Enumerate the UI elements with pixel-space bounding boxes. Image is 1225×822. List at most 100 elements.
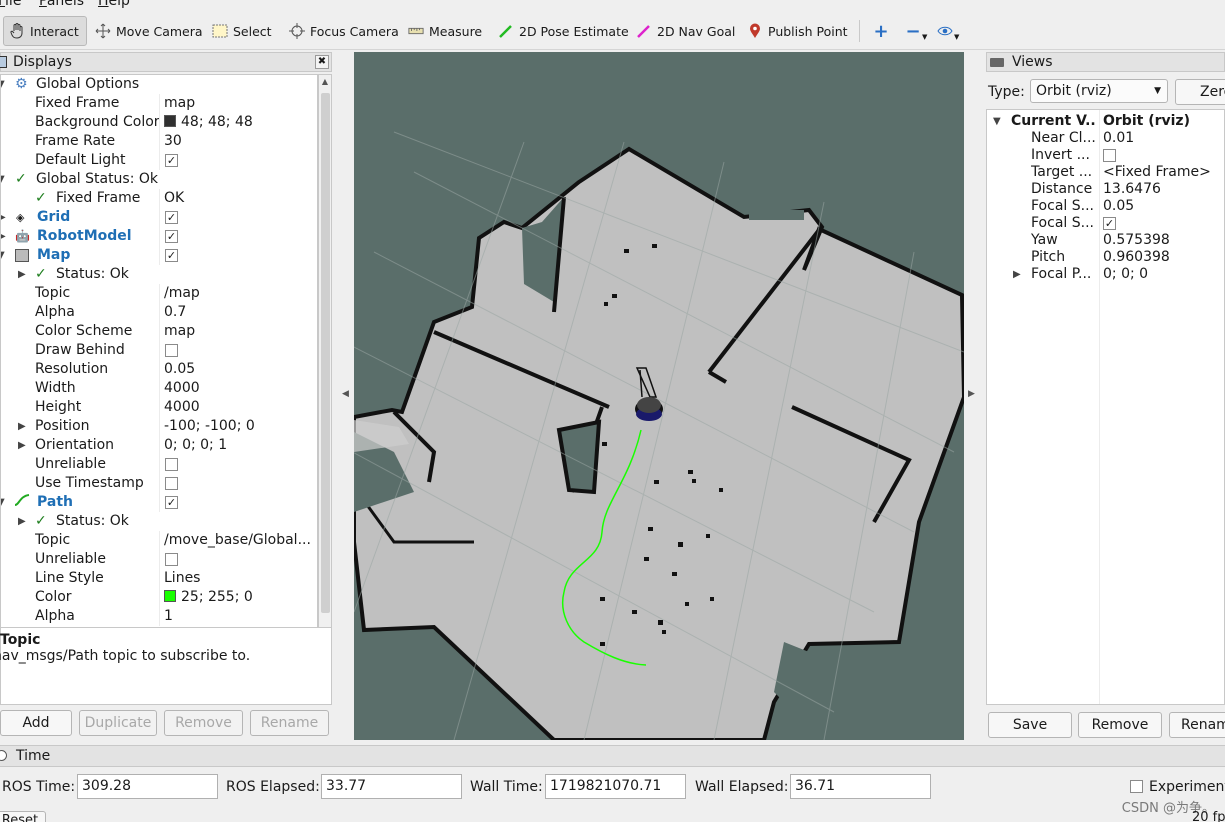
tree-row[interactable]: Near Cl... 0.01 [987, 130, 1224, 147]
checkbox-unchecked[interactable] [1103, 149, 1116, 162]
collapse-left-icon[interactable]: ◀ [342, 389, 349, 399]
tree-value[interactable]: 13.6476 [1103, 181, 1161, 198]
ros-elapsed-field[interactable]: 33.77 [321, 774, 462, 799]
tree-row[interactable]: Alpha 0.7 [1, 303, 317, 322]
menu-panels[interactable]: Panels [39, 0, 84, 9]
checkbox-checked[interactable]: ✓ [165, 154, 178, 167]
collapse-arrow-icon[interactable]: ▶ [1, 227, 6, 246]
collapse-arrow-icon[interactable]: ▶ [1, 208, 6, 227]
add-tool-button[interactable]: + [868, 16, 894, 46]
view-type-select[interactable]: Orbit (rviz) ▼ [1030, 79, 1168, 103]
wall-time-field[interactable]: 1719821070.71 [545, 774, 686, 799]
tree-row[interactable]: Unreliable [1, 550, 317, 569]
tree-value[interactable]: 25; 255; 0 [164, 588, 316, 607]
collapse-right-icon[interactable]: ▶ [968, 389, 975, 399]
tree-row[interactable]: Use Timestamp [1, 474, 317, 493]
expand-arrow-icon[interactable]: ▼ [1, 170, 5, 189]
close-icon[interactable]: ✖ [315, 55, 329, 69]
tree-row[interactable]: Default Light ✓ [1, 151, 317, 170]
tree-row[interactable]: Draw Behind [1, 341, 317, 360]
collapse-arrow-icon[interactable]: ▶ [18, 436, 26, 455]
tree-row[interactable]: ▼ Path ✓ [1, 493, 317, 512]
tree-row[interactable]: Width 4000 [1, 379, 317, 398]
tree-value[interactable]: 0.575398 [1103, 232, 1170, 249]
collapse-arrow-icon[interactable]: ▶ [1013, 266, 1021, 283]
expand-arrow-icon[interactable]: ▼ [1, 75, 5, 94]
tree-row[interactable]: ▶ ◈ Grid ✓ [1, 208, 317, 227]
tree-row[interactable]: ✓ Fixed Frame OK [1, 189, 317, 208]
tree-value[interactable]: 30 [164, 132, 316, 151]
menu-help[interactable]: Help [98, 0, 130, 9]
tree-row[interactable]: ▶ ✓ Status: Ok [1, 265, 317, 284]
interact-tool-button[interactable]: Interact [3, 16, 87, 46]
tree-row[interactable]: ▼ ⚙ Global Options [1, 75, 317, 94]
expand-arrow-icon[interactable]: ▼ [993, 113, 1001, 130]
tree-value[interactable]: 0.960398 [1103, 249, 1170, 266]
tree-row[interactable]: Topic /map [1, 284, 317, 303]
pose-estimate-tool-button[interactable]: 2D Pose Estimate [493, 16, 634, 46]
tree-row[interactable]: ▶ Focal P... 0; 0; 0 [987, 266, 1224, 283]
save-view-button[interactable]: Save [988, 712, 1072, 738]
checkbox-unchecked[interactable] [165, 458, 178, 471]
expand-arrow-icon[interactable]: ▼ [1, 493, 5, 512]
tree-row[interactable]: Topic /move_base/Global... [1, 531, 317, 550]
checkbox-checked[interactable]: ✓ [165, 249, 178, 262]
publish-point-tool-button[interactable]: Publish Point [742, 16, 853, 46]
tree-row[interactable]: Unreliable [1, 455, 317, 474]
rename-view-button[interactable]: Rename [1169, 712, 1225, 738]
add-button[interactable]: Add [0, 710, 72, 736]
tree-row[interactable]: Fixed Frame map [1, 94, 317, 113]
tree-value[interactable]: map [164, 322, 316, 341]
tree-row[interactable]: ▼ ✓ Global Status: Ok [1, 170, 317, 189]
tree-value[interactable]: <Fixed Frame> [1103, 164, 1211, 181]
tree-row[interactable]: Distance 13.6476 [987, 181, 1224, 198]
tree-row[interactable]: Line Style Lines [1, 569, 317, 588]
ros-time-field[interactable]: 309.28 [77, 774, 218, 799]
tree-row[interactable]: ▶ ✓ Status: Ok [1, 512, 317, 531]
remove-view-button[interactable]: Remove [1078, 712, 1162, 738]
tree-value[interactable]: map [164, 94, 316, 113]
collapse-arrow-icon[interactable]: ▶ [18, 417, 26, 436]
tree-row[interactable]: Color Scheme map [1, 322, 317, 341]
tree-value[interactable]: 0; 0; 0 [1103, 266, 1148, 283]
remove-button[interactable]: Remove [164, 710, 243, 736]
tree-row[interactable]: ▼ Map ✓ [1, 246, 317, 265]
zero-button[interactable]: Zero [1175, 79, 1225, 105]
view-tool-button[interactable]: ▼ [932, 16, 964, 46]
tree-row[interactable]: Pitch 0.960398 [987, 249, 1224, 266]
scroll-up-icon[interactable]: ▲ [319, 75, 331, 89]
reset-button[interactable]: Reset [0, 811, 46, 822]
expand-arrow-icon[interactable]: ▼ [1, 246, 5, 265]
checkbox-checked[interactable]: ✓ [165, 211, 178, 224]
tree-value[interactable]: 0.7 [164, 303, 316, 322]
nav-goal-tool-button[interactable]: 2D Nav Goal [631, 16, 740, 46]
tree-row[interactable]: Background Color 48; 48; 48 [1, 113, 317, 132]
tree-row[interactable]: Frame Rate 30 [1, 132, 317, 151]
tree-value[interactable]: 0.01 [1103, 130, 1134, 147]
tree-value[interactable]: 48; 48; 48 [164, 113, 316, 132]
rename-button[interactable]: Rename [250, 710, 329, 736]
measure-tool-button[interactable]: Measure [403, 16, 487, 46]
duplicate-button[interactable]: Duplicate [79, 710, 157, 736]
checkbox-unchecked[interactable] [165, 344, 178, 357]
checkbox-checked[interactable]: ✓ [165, 230, 178, 243]
tree-value[interactable]: 0.05 [1103, 198, 1134, 215]
tree-value[interactable]: /move_base/Global... [164, 531, 316, 550]
collapse-arrow-icon[interactable]: ▶ [18, 512, 26, 531]
displays-scrollbar[interactable]: ▲ ▼ [318, 74, 332, 674]
tree-row[interactable]: Height 4000 [1, 398, 317, 417]
tree-row[interactable]: Invert ... [987, 147, 1224, 164]
tree-row[interactable]: ▼ Current V... Orbit (rviz) [987, 113, 1224, 130]
experimental-checkbox[interactable] [1130, 780, 1143, 793]
checkbox-checked[interactable]: ✓ [1103, 217, 1116, 230]
tree-row[interactable]: ▶ Position -100; -100; 0 [1, 417, 317, 436]
tree-value[interactable]: 1 [164, 607, 316, 626]
tree-row[interactable]: ▶ Orientation 0; 0; 0; 1 [1, 436, 317, 455]
remove-tool-button[interactable]: − ▼ [900, 16, 932, 46]
checkbox-unchecked[interactable] [165, 477, 178, 490]
collapse-arrow-icon[interactable]: ▶ [18, 265, 26, 284]
focus-camera-tool-button[interactable]: Focus Camera [284, 16, 404, 46]
move-camera-tool-button[interactable]: Move Camera [90, 16, 208, 46]
tree-row[interactable]: Yaw 0.575398 [987, 232, 1224, 249]
checkbox-unchecked[interactable] [165, 553, 178, 566]
